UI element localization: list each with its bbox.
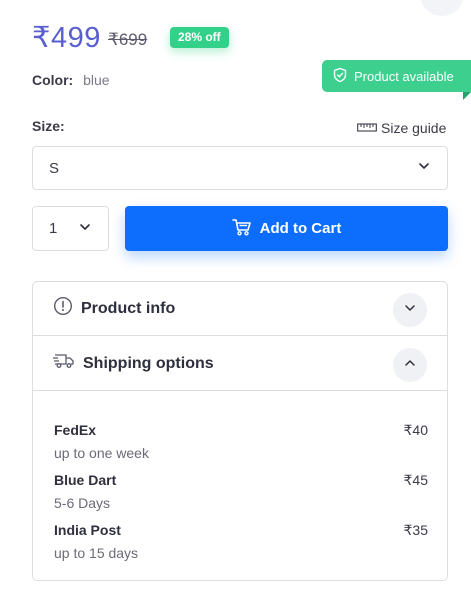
cart-icon bbox=[231, 218, 252, 240]
availability-label: Product available bbox=[354, 68, 454, 84]
ruler-icon bbox=[357, 120, 377, 136]
product-info-header[interactable]: Product info bbox=[33, 282, 447, 336]
chevron-down-icon bbox=[78, 220, 92, 238]
product-info-toggle[interactable] bbox=[393, 293, 427, 327]
chevron-down-icon bbox=[417, 159, 431, 177]
size-label: Size: bbox=[32, 118, 65, 134]
shipping-price: ₹40 bbox=[403, 422, 428, 438]
chevron-down-icon bbox=[403, 301, 417, 320]
shipping-time: up to one week bbox=[54, 445, 149, 461]
info-icon bbox=[53, 296, 73, 321]
shipping-options-header[interactable]: Shipping options bbox=[33, 337, 447, 391]
availability-badge: Product available bbox=[322, 60, 471, 92]
shipping-time: 5-6 Days bbox=[54, 495, 111, 511]
size-guide-link[interactable]: Size guide bbox=[357, 120, 446, 136]
product-accordion: Product info Shipping options FedEx up t… bbox=[32, 281, 448, 581]
corner-action-button[interactable] bbox=[420, 0, 464, 16]
size-guide-label: Size guide bbox=[381, 120, 447, 136]
size-select[interactable]: S bbox=[32, 146, 448, 190]
shipping-price: ₹35 bbox=[403, 522, 428, 538]
chevron-up-icon bbox=[403, 356, 417, 375]
shipping-carrier: India Post bbox=[54, 522, 121, 538]
shipping-option-row: India Post up to 15 days ₹35 bbox=[54, 522, 428, 561]
size-selected-value: S bbox=[49, 159, 60, 177]
quantity-select[interactable]: 1 bbox=[32, 206, 109, 251]
shipping-carrier: Blue Dart bbox=[54, 472, 117, 488]
shipping-price: ₹45 bbox=[403, 472, 428, 488]
product-info-label: Product info bbox=[81, 299, 176, 317]
quantity-value: 1 bbox=[49, 220, 58, 237]
current-price: ₹499 bbox=[32, 22, 101, 54]
shipping-carrier: FedEx bbox=[54, 422, 97, 438]
color-row: Color: blue bbox=[32, 72, 110, 88]
shipping-options-toggle[interactable] bbox=[393, 348, 427, 382]
color-label: Color: bbox=[32, 72, 74, 88]
shipping-option-row: Blue Dart 5-6 Days ₹45 bbox=[54, 472, 428, 511]
discount-badge: 28% off bbox=[170, 27, 229, 48]
shipping-time: up to 15 days bbox=[54, 545, 139, 561]
original-price: ₹699 bbox=[108, 30, 148, 49]
shield-check-icon bbox=[332, 67, 348, 86]
shipping-options-label: Shipping options bbox=[83, 354, 214, 372]
add-to-cart-label: Add to Cart bbox=[259, 220, 342, 237]
truck-icon bbox=[53, 353, 75, 374]
add-to-cart-button[interactable]: Add to Cart bbox=[125, 206, 448, 251]
color-value: blue bbox=[83, 72, 110, 88]
ribbon-fold bbox=[463, 92, 471, 100]
shipping-option-row: FedEx up to one week ₹40 bbox=[54, 422, 428, 461]
